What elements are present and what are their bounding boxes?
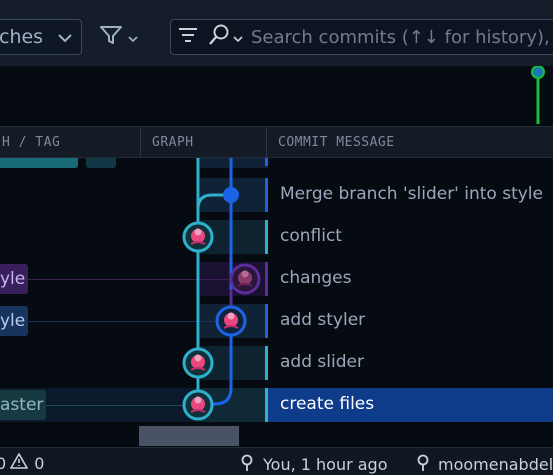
- commit-message[interactable]: add styler: [280, 310, 365, 330]
- commit-avatar[interactable]: [181, 388, 215, 426]
- commit-message-selected[interactable]: create files: [280, 394, 374, 414]
- search-commits-box[interactable]: [170, 19, 553, 55]
- blame-text: You, 1 hour ago: [263, 454, 388, 474]
- branches-dropdown[interactable]: ches: [0, 19, 82, 55]
- toolbar: ches: [0, 0, 553, 66]
- column-divider[interactable]: [266, 127, 267, 157]
- branch-tag-column-header[interactable]: H / TAG: [2, 127, 60, 157]
- warning-icon: [9, 452, 29, 473]
- minimap-head-marker: [531, 66, 545, 124]
- graph-column-header[interactable]: GRAPH: [152, 127, 194, 157]
- git-author-indicator[interactable]: moomenabdel: [416, 453, 553, 475]
- graph-minimap[interactable]: [0, 66, 553, 126]
- filter-button[interactable]: [98, 21, 146, 53]
- chevron-down-icon[interactable]: [233, 28, 243, 47]
- horizontal-scroll-track[interactable]: [0, 426, 553, 447]
- commit-list: yle yle aster Merge branch 'slider' into…: [0, 158, 553, 426]
- error-count: 0: [0, 453, 7, 473]
- commit-message[interactable]: Merge branch 'slider' into style: [280, 184, 543, 204]
- author-text: moomenabdel: [438, 454, 553, 474]
- warning-count: 0: [34, 453, 45, 473]
- column-header: H / TAG GRAPH COMMIT MESSAGE: [0, 126, 553, 158]
- commit-avatar[interactable]: [228, 262, 262, 300]
- horizontal-scrollbar-thumb[interactable]: [139, 426, 239, 446]
- branches-dropdown-label: ches: [0, 26, 44, 48]
- problems-indicator[interactable]: 0 0: [0, 452, 45, 473]
- git-commit-icon: [416, 453, 430, 475]
- column-divider[interactable]: [140, 127, 141, 157]
- commit-avatar[interactable]: [181, 220, 215, 258]
- git-commit-icon: [240, 453, 254, 475]
- status-bar: 0 0 You, 1 hour ago moomenabdel: [0, 447, 553, 475]
- chevron-down-icon: [128, 28, 138, 47]
- filter-icon: [98, 23, 124, 51]
- commit-message[interactable]: add slider: [280, 352, 364, 372]
- git-blame-indicator[interactable]: You, 1 hour ago: [240, 453, 388, 475]
- commit-message[interactable]: changes: [280, 268, 351, 288]
- commit-avatar[interactable]: [181, 346, 215, 384]
- chevron-down-icon: [57, 26, 73, 48]
- commit-message[interactable]: conflict: [280, 226, 342, 246]
- merge-commit-dot: [223, 187, 239, 203]
- commit-avatar[interactable]: [214, 304, 248, 342]
- search-input[interactable]: [249, 25, 553, 49]
- commit-message-column-header[interactable]: COMMIT MESSAGE: [278, 127, 395, 157]
- search-icon[interactable]: [207, 23, 231, 51]
- sort-lines-icon[interactable]: [177, 25, 199, 49]
